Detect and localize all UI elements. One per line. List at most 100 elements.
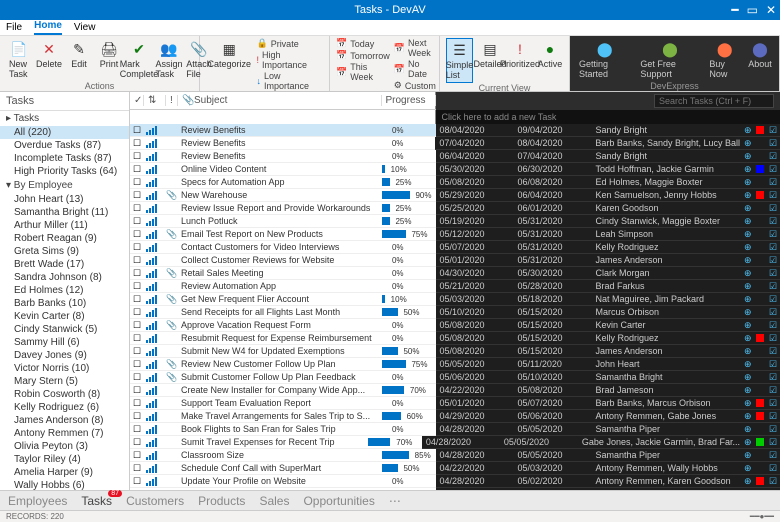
done-cell[interactable]: ☑ <box>766 437 780 448</box>
followup-tomorrow[interactable]: 📅 Tomorrow <box>336 50 390 61</box>
row-checkbox[interactable]: ☐ <box>130 268 144 279</box>
table-row[interactable]: ☐Book Flights to San Fran for Sales Trip… <box>130 423 780 436</box>
done-cell[interactable]: ☑ <box>766 229 780 240</box>
tab-tasks[interactable]: Tasks87 <box>81 494 112 508</box>
flag-cell[interactable]: ⊕ <box>744 177 756 188</box>
done-cell[interactable]: ☑ <box>766 203 780 214</box>
delete-button[interactable]: ✕Delete <box>36 38 62 71</box>
done-cell[interactable]: ☑ <box>766 190 780 201</box>
table-row[interactable]: ☐Support Team Evaluation Report0%05/01/2… <box>130 397 780 410</box>
new-task-button[interactable]: 📄New Task <box>6 38 32 81</box>
flag-cell[interactable]: ⊕ <box>744 281 756 292</box>
table-row[interactable]: ☐Online Video Content10%05/30/202006/30/… <box>130 163 780 176</box>
table-row[interactable]: ☐📎Review New Customer Follow Up Plan75%0… <box>130 358 780 371</box>
done-cell[interactable]: ☑ <box>766 125 780 136</box>
tree-node[interactable]: High Priority Tasks (64) <box>0 165 129 178</box>
table-row[interactable]: ☐Review Automation App0%05/21/202005/28/… <box>130 280 780 293</box>
row-checkbox[interactable]: ☐ <box>130 138 144 149</box>
followup-nextweek[interactable]: 📅 Next Week <box>394 38 436 58</box>
tree-node[interactable]: All (220) <box>0 126 129 139</box>
done-cell[interactable]: ☑ <box>766 138 780 149</box>
flag-cell[interactable]: ⊕ <box>744 268 756 279</box>
tree-node[interactable]: Sammy Hill (6) <box>0 336 129 349</box>
row-checkbox[interactable]: ☐ <box>130 489 144 491</box>
tab-sales[interactable]: Sales <box>259 494 289 508</box>
view-prioritized-button[interactable]: !Prioritized <box>507 38 533 71</box>
tree-node[interactable]: Cindy Stanwick (5) <box>0 323 129 336</box>
col-subject[interactable]: Subject <box>190 95 382 106</box>
tree-node[interactable]: Ed Holmes (12) <box>0 284 129 297</box>
tree-node[interactable]: Incomplete Tasks (87) <box>0 152 129 165</box>
flag-cell[interactable]: ⊕ <box>744 125 756 136</box>
tree-node[interactable]: Antony Remmen (7) <box>0 427 129 440</box>
tree-node[interactable]: Robin Cosworth (8) <box>0 388 129 401</box>
row-checkbox[interactable]: ☐ <box>130 346 144 357</box>
tree-node[interactable]: Greta Sims (9) <box>0 245 129 258</box>
tree-node[interactable]: Wally Hobbs (6) <box>0 479 129 490</box>
support-button[interactable]: ⬤Get Free Support <box>637 38 702 81</box>
flag-cell[interactable]: ⊕ <box>744 489 756 491</box>
flag-cell[interactable]: ⊕ <box>744 151 756 162</box>
edit-button[interactable]: ✎Edit <box>66 38 92 71</box>
row-checkbox[interactable]: ☐ <box>130 333 144 344</box>
table-row[interactable]: ☐📎Submit Customer Follow Up Plan Feedbac… <box>130 371 780 384</box>
followup-nodate[interactable]: 📅 No Date <box>394 59 436 79</box>
row-checkbox[interactable]: ☐ <box>130 398 144 409</box>
flag-cell[interactable]: ⊕ <box>744 359 756 370</box>
done-cell[interactable]: ☑ <box>766 307 780 318</box>
table-row[interactable]: ☐Submit New W4 for Updated Exemptions50%… <box>130 345 780 358</box>
done-cell[interactable]: ☑ <box>766 489 780 491</box>
done-cell[interactable]: ☑ <box>766 320 780 331</box>
table-row[interactable]: ☐Pickup Packages from the Warehouse0%04/… <box>130 488 780 490</box>
row-checkbox[interactable]: ☐ <box>130 385 144 396</box>
done-cell[interactable]: ☑ <box>766 385 780 396</box>
flag-cell[interactable]: ⊕ <box>744 242 756 253</box>
done-cell[interactable]: ☑ <box>766 450 780 461</box>
row-checkbox[interactable]: ☐ <box>130 437 144 448</box>
view-active-button[interactable]: ●Active <box>537 38 563 71</box>
table-row[interactable]: ☐Sumit Travel Expenses for Recent Trip70… <box>130 436 780 449</box>
flag-cell[interactable]: ⊕ <box>744 203 756 214</box>
row-checkbox[interactable]: ☐ <box>130 242 144 253</box>
done-cell[interactable]: ☑ <box>766 268 780 279</box>
getting-started-button[interactable]: ⬤Getting Started <box>576 38 633 81</box>
tree-node[interactable]: Samantha Bright (11) <box>0 206 129 219</box>
tree-node[interactable]: Olivia Peyton (3) <box>0 440 129 453</box>
flag-cell[interactable]: ⊕ <box>744 398 756 409</box>
row-checkbox[interactable]: ☐ <box>130 307 144 318</box>
done-cell[interactable]: ☑ <box>766 346 780 357</box>
tree-node[interactable]: Sandra Johnson (8) <box>0 271 129 284</box>
tree-node[interactable]: Taylor Riley (4) <box>0 453 129 466</box>
row-checkbox[interactable]: ☐ <box>130 203 144 214</box>
row-checkbox[interactable]: ☐ <box>130 177 144 188</box>
table-row[interactable]: ☐Contact Customers for Video Interviews0… <box>130 241 780 254</box>
col-attach[interactable]: 📎 <box>178 95 190 106</box>
tree-node[interactable]: Victor Norris (10) <box>0 362 129 375</box>
row-checkbox[interactable]: ☐ <box>130 476 144 487</box>
row-checkbox[interactable]: ☐ <box>130 216 144 227</box>
tree-node[interactable]: Barb Banks (10) <box>0 297 129 310</box>
view-simple-button[interactable]: ☰Simple List <box>446 38 473 83</box>
tree-node[interactable]: John Heart (13) <box>0 193 129 206</box>
row-checkbox[interactable]: ☐ <box>130 229 144 240</box>
flag-cell[interactable]: ⊕ <box>744 320 756 331</box>
tab-employees[interactable]: Employees <box>8 494 67 508</box>
done-cell[interactable]: ☑ <box>766 255 780 266</box>
close-button[interactable]: ✕ <box>766 3 776 17</box>
tab-customers[interactable]: Customers <box>126 494 184 508</box>
mark-complete-button[interactable]: ✔Mark Complete <box>126 38 152 81</box>
row-checkbox[interactable]: ☐ <box>130 320 144 331</box>
col-check[interactable]: ✓ <box>130 95 144 106</box>
tree-node[interactable]: Arthur Miller (11) <box>0 219 129 232</box>
row-checkbox[interactable]: ☐ <box>130 190 144 201</box>
flag-cell[interactable]: ⊕ <box>744 255 756 266</box>
done-cell[interactable]: ☑ <box>766 281 780 292</box>
done-cell[interactable]: ☑ <box>766 424 780 435</box>
table-row[interactable]: ☐Review Benefits0%06/04/202007/04/2020Sa… <box>130 150 780 163</box>
tree-node[interactable]: Robert Reagan (9) <box>0 232 129 245</box>
tree-node[interactable]: Overdue Tasks (87) <box>0 139 129 152</box>
done-cell[interactable]: ☑ <box>766 333 780 344</box>
row-checkbox[interactable]: ☐ <box>130 424 144 435</box>
flag-cell[interactable]: ⊕ <box>744 463 756 474</box>
flag-cell[interactable]: ⊕ <box>744 164 756 175</box>
